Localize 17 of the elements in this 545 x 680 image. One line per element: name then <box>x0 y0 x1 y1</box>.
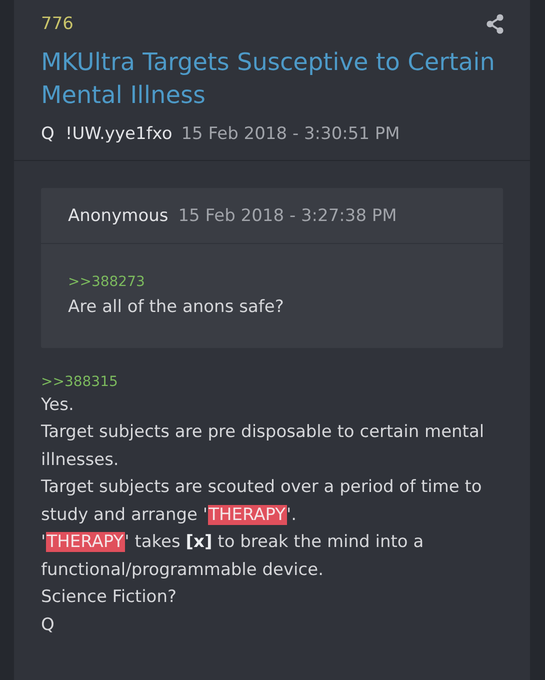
author-name: Q <box>41 124 54 144</box>
quoted-message: Are all of the anons safe? <box>68 296 285 319</box>
share-icon[interactable] <box>486 14 504 34</box>
message-line: 'THERAPY' takes [x] to break the mind into a functional/programmable device. <box>41 531 425 582</box>
post-title[interactable]: MKUltra Targets Susceptive to Certain Mental Illness <box>41 46 504 112</box>
reply-link[interactable]: >>388315 <box>41 374 503 390</box>
post-number: 776 <box>41 14 74 34</box>
message-line: Target subjects are scouted over a period of time to study and arrange 'THERAPY'. <box>41 476 483 526</box>
quoted-author: Anonymous <box>68 206 168 226</box>
reply-link[interactable]: >>388273 <box>68 274 476 290</box>
message-line: Q <box>41 614 56 636</box>
post-timestamp: 15 Feb 2018 - 3:30:51 PM <box>181 124 400 144</box>
quoted-timestamp: 15 Feb 2018 - 3:27:38 PM <box>178 206 397 226</box>
message-line: Yes. <box>41 394 75 416</box>
message-line: Target subjects are pre disposable to certain mental illnesses. <box>41 421 486 472</box>
tripcode: !UW.yye1fxo <box>65 124 172 144</box>
message-line: Science Fiction? <box>41 586 178 609</box>
